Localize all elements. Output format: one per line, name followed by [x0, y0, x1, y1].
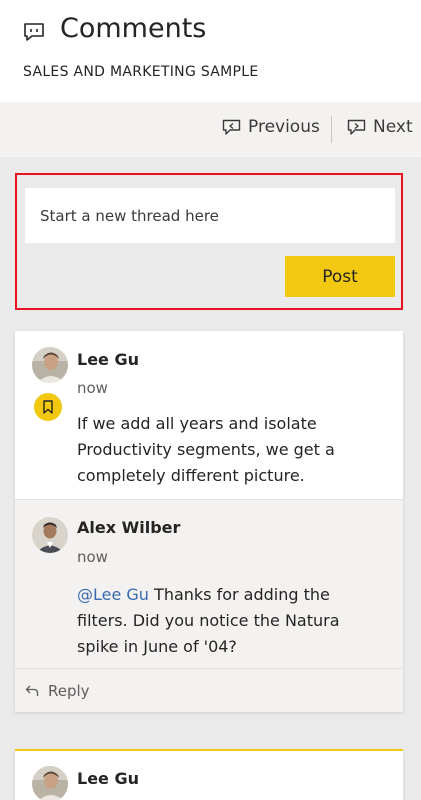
- previous-label: Previous: [248, 117, 320, 137]
- avatar-lee-gu: [32, 766, 68, 800]
- comment-next-icon: [347, 119, 366, 135]
- new-thread-box: Post: [15, 173, 403, 310]
- bookmark-badge[interactable]: [34, 393, 62, 421]
- reply-time: now: [77, 548, 108, 566]
- comment-author: Lee Gu: [77, 769, 139, 788]
- pane-title: Comments: [60, 13, 207, 44]
- avatar-alex-wilber: [32, 517, 68, 553]
- report-name: SALES AND MARKETING SAMPLE: [23, 64, 259, 80]
- comment-previous-icon: [222, 119, 241, 135]
- pane-header: Comments SALES AND MARKETING SAMPLE: [0, 0, 421, 102]
- comments-icon: [24, 23, 44, 41]
- comment-author: Lee Gu: [77, 350, 139, 369]
- new-thread-input[interactable]: [25, 188, 395, 243]
- bookmark-icon: [43, 400, 53, 414]
- comment-time: now: [77, 379, 108, 397]
- reply-comment: Alex Wilber now @Lee Gu Thanks for addin…: [15, 499, 403, 669]
- reply-button[interactable]: Reply: [15, 669, 403, 712]
- reply-icon: [25, 685, 39, 696]
- avatar-lee-gu: [32, 347, 68, 383]
- reply-text: @Lee Gu Thanks for adding the filters. D…: [77, 582, 377, 660]
- comment-thread: Lee Gu now If we add all years and isola…: [15, 331, 403, 712]
- reply-author: Alex Wilber: [77, 518, 181, 537]
- next-button[interactable]: Next: [347, 117, 413, 137]
- comment-text: If we add all years and isolate Producti…: [77, 414, 335, 485]
- previous-button[interactable]: Previous: [222, 117, 320, 137]
- next-label: Next: [373, 117, 413, 137]
- navigation-bar: Previous Next: [0, 102, 421, 157]
- post-button[interactable]: Post: [285, 256, 395, 297]
- reply-label: Reply: [48, 681, 90, 700]
- user-mention[interactable]: @Lee Gu: [77, 585, 149, 604]
- nav-divider: [331, 116, 332, 143]
- comment-thread: Lee Gu: [15, 749, 403, 800]
